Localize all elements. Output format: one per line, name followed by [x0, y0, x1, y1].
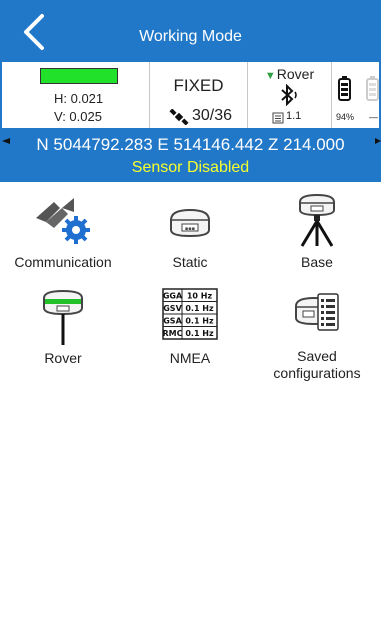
nmea-rate-2: 0.1 Hz — [185, 317, 214, 326]
solution-cell[interactable]: FIXED 30/36 — [150, 62, 248, 128]
nmea-button[interactable]: GGA 10 Hz GSV 0.1 Hz GSA 0.1 Hz RMC 0.1 … — [127, 284, 253, 384]
base-tripod-icon — [299, 194, 335, 247]
fix-quality-bar — [40, 68, 118, 84]
correction-age-icon — [272, 112, 284, 124]
satellite-count: 30/36 — [192, 107, 233, 124]
sensor-status: Sensor Disabled — [131, 159, 250, 176]
battery-secondary-value: — — [369, 112, 378, 122]
battery-icon — [338, 76, 351, 101]
correction-age: 1.1 — [286, 110, 302, 122]
nmea-msg-0: GGA — [163, 292, 183, 301]
battery-secondary-icon — [366, 76, 379, 101]
nmea-table-icon: GGA 10 Hz GSV 0.1 Hz GSA 0.1 Hz RMC 0.1 … — [162, 288, 218, 340]
nmea-msg-3: RMC — [163, 329, 183, 338]
coordinates-readout: N 5044792.283 E 514146.442 Z 214.000 — [36, 135, 345, 154]
communication-settings-icon — [36, 198, 90, 244]
communication-label: Communication — [14, 254, 112, 270]
nmea-msg-2: GSA — [163, 317, 182, 326]
nmea-msg-1: GSV — [163, 304, 182, 313]
page-title: Working Mode — [139, 28, 242, 45]
gnss-status-panel: H: 0.021 V: 0.025 FIXED 30/36 ▼Rover 1.1 — [0, 62, 381, 130]
bluetooth-icon — [281, 84, 297, 106]
precision-cell[interactable]: H: 0.021 V: 0.025 — [2, 62, 150, 128]
nmea-rate-3: 0.1 Hz — [185, 329, 214, 338]
receiver-mode-label: Rover — [276, 66, 315, 82]
static-label: Static — [172, 254, 208, 270]
rover-button[interactable]: Rover — [0, 284, 126, 384]
position-bar: N 5044792.283 E 514146.442 Z 214.000 Sen… — [0, 130, 381, 182]
satellite-icon — [169, 109, 189, 125]
svg-text:▪▪▪: ▪▪▪ — [185, 226, 195, 232]
base-button[interactable]: Base — [254, 188, 380, 288]
vertical-precision: V: 0.025 — [54, 109, 102, 124]
receiver-mode: ▼Rover — [248, 66, 331, 82]
saved-configurations-button[interactable]: Saved configurations — [254, 284, 380, 384]
rover-mode-icon: ▼ — [264, 70, 276, 82]
connection-cell[interactable]: ▼Rover 1.1 — [248, 62, 332, 128]
saved-configurations-icon — [295, 293, 339, 331]
nmea-rate-1: 0.1 Hz — [185, 304, 214, 313]
battery-percent: 94% — [336, 112, 355, 122]
rover-pole-icon — [43, 290, 83, 345]
static-button[interactable]: ▪▪▪ Static — [127, 188, 253, 288]
nmea-label: NMEA — [169, 350, 211, 366]
rover-label: Rover — [44, 350, 82, 366]
communication-button[interactable]: Communication — [0, 188, 126, 288]
base-label: Base — [301, 254, 333, 270]
saved-configurations-label: Saved configurations — [273, 348, 361, 381]
horizontal-precision: H: 0.021 — [54, 91, 104, 106]
battery-cell[interactable]: 94% — — [332, 62, 381, 128]
app-header: Working Mode — [0, 0, 381, 62]
solution-status: FIXED — [173, 76, 224, 95]
static-receiver-icon: ▪▪▪ — [170, 208, 210, 238]
scroll-right-icon[interactable] — [375, 138, 381, 144]
nmea-rate-0: 10 Hz — [187, 292, 213, 301]
